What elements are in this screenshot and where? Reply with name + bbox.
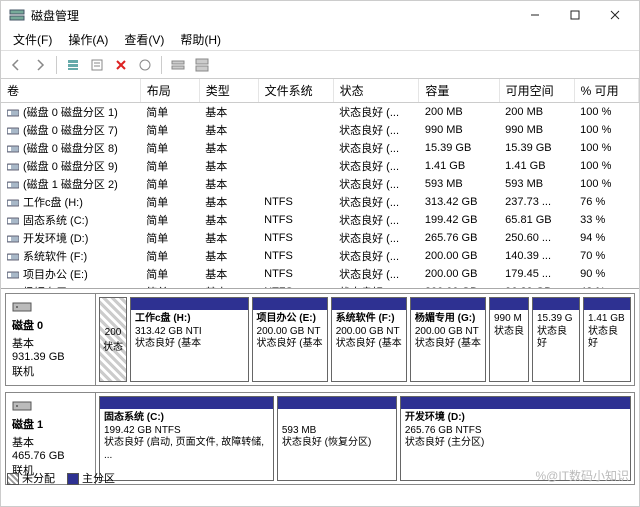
col-volume[interactable]: 卷 — [1, 79, 140, 103]
col-status[interactable]: 状态 — [333, 79, 419, 103]
menu-view[interactable]: 查看(V) — [116, 29, 172, 50]
minimize-button[interactable] — [515, 1, 555, 29]
table-row[interactable]: 固态系统 (C:)简单基本NTFS状态良好 (...199.42 GB65.81… — [1, 211, 639, 229]
volume-icon — [7, 252, 19, 262]
disk0-part-e[interactable]: 项目办公 (E:)200.00 GB NT状态良好 (基本 — [252, 297, 328, 382]
disk-icon — [12, 399, 32, 413]
properties-button[interactable] — [86, 54, 108, 76]
layout-icon-2[interactable] — [191, 54, 213, 76]
titlebar: 磁盘管理 — [1, 1, 639, 29]
table-row[interactable]: (磁盘 1 磁盘分区 2)简单基本状态良好 (...593 MB593 MB10… — [1, 175, 639, 193]
col-layout[interactable]: 布局 — [140, 79, 199, 103]
disk-icon — [12, 300, 32, 314]
table-row[interactable]: 系统软件 (F:)简单基本NTFS状态良好 (...200.00 GB140.3… — [1, 247, 639, 265]
volume-icon — [7, 180, 19, 190]
close-button[interactable] — [595, 1, 635, 29]
menu-action[interactable]: 操作(A) — [60, 29, 116, 50]
disk-map-pane: 磁盘 0 基本 931.39 GB 联机 200 状态 工作c盘 (H:)313… — [1, 289, 639, 495]
column-headers[interactable]: 卷 布局 类型 文件系统 状态 容量 可用空间 % 可用 — [1, 79, 639, 103]
menubar: 文件(F) 操作(A) 查看(V) 帮助(H) — [1, 29, 639, 51]
app-icon — [9, 7, 25, 23]
volume-icon — [7, 108, 19, 118]
delete-button[interactable] — [110, 54, 132, 76]
disk0-part-h[interactable]: 工作c盘 (H:)313.42 GB NTI状态良好 (基本 — [130, 297, 249, 382]
disk0-part-g[interactable]: 杨媚专用 (G:)200.00 GB NT状态良好 (基本 — [410, 297, 486, 382]
legend-primary-swatch — [67, 473, 79, 485]
col-pctfree[interactable]: % 可用 — [574, 79, 638, 103]
disk1-part-c[interactable]: 固态系统 (C:)199.42 GB NTFS状态良好 (启动, 页面文件, 故… — [99, 396, 274, 481]
disk0-part0[interactable]: 200 状态 — [99, 297, 127, 382]
disk-0-row[interactable]: 磁盘 0 基本 931.39 GB 联机 200 状态 工作c盘 (H:)313… — [5, 293, 635, 386]
volume-icon — [7, 126, 19, 136]
disk1-part-593m[interactable]: 593 MB状态良好 (恢复分区) — [277, 396, 397, 481]
volume-grid[interactable]: 卷 布局 类型 文件系统 状态 容量 可用空间 % 可用 (磁盘 0 磁盘分区 … — [1, 79, 639, 289]
disk0-part-1g[interactable]: 1.41 GB状态良好 — [583, 297, 631, 382]
col-filesystem[interactable]: 文件系统 — [258, 79, 333, 103]
disk0-part-15g[interactable]: 15.39 G状态良好 — [532, 297, 580, 382]
forward-button[interactable] — [29, 54, 51, 76]
col-type[interactable]: 类型 — [199, 79, 258, 103]
volume-icon — [7, 270, 19, 280]
disk0-part-990m[interactable]: 990 M状态良 — [489, 297, 529, 382]
table-row[interactable]: (磁盘 0 磁盘分区 8)简单基本状态良好 (...15.39 GB15.39 … — [1, 139, 639, 157]
window-title: 磁盘管理 — [31, 7, 515, 24]
table-row[interactable]: (磁盘 0 磁盘分区 9)简单基本状态良好 (...1.41 GB1.41 GB… — [1, 157, 639, 175]
volume-icon — [7, 198, 19, 208]
volume-icon — [7, 162, 19, 172]
disk-0-header[interactable]: 磁盘 0 基本 931.39 GB 联机 — [6, 294, 96, 385]
menu-file[interactable]: 文件(F) — [5, 29, 60, 50]
table-row[interactable]: 开发环境 (D:)简单基本NTFS状态良好 (...265.76 GB250.6… — [1, 229, 639, 247]
volume-icon — [7, 144, 19, 154]
back-button[interactable] — [5, 54, 27, 76]
table-row[interactable]: 项目办公 (E:)简单基本NTFS状态良好 (...200.00 GB179.4… — [1, 265, 639, 283]
disk0-part-f[interactable]: 系统软件 (F:)200.00 GB NT状态良好 (基本 — [331, 297, 407, 382]
volume-icon — [7, 234, 19, 244]
col-free[interactable]: 可用空间 — [499, 79, 574, 103]
menu-help[interactable]: 帮助(H) — [172, 29, 229, 50]
watermark: %@IT数码小知识 — [535, 467, 629, 484]
volume-icon — [7, 216, 19, 226]
table-row[interactable]: (磁盘 0 磁盘分区 1)简单基本状态良好 (...200 MB200 MB10… — [1, 103, 639, 122]
table-row[interactable]: (磁盘 0 磁盘分区 7)简单基本状态良好 (...990 MB990 MB10… — [1, 121, 639, 139]
legend-unallocated-swatch — [7, 473, 19, 485]
table-row[interactable]: 工作c盘 (H:)简单基本NTFS状态良好 (...313.42 GB237.7… — [1, 193, 639, 211]
help-button[interactable] — [134, 54, 156, 76]
col-capacity[interactable]: 容量 — [419, 79, 499, 103]
maximize-button[interactable] — [555, 1, 595, 29]
layout-icon-1[interactable] — [167, 54, 189, 76]
toolbar — [1, 51, 639, 79]
legend: 未分配 主分区 — [7, 470, 115, 486]
view-button[interactable] — [62, 54, 84, 76]
